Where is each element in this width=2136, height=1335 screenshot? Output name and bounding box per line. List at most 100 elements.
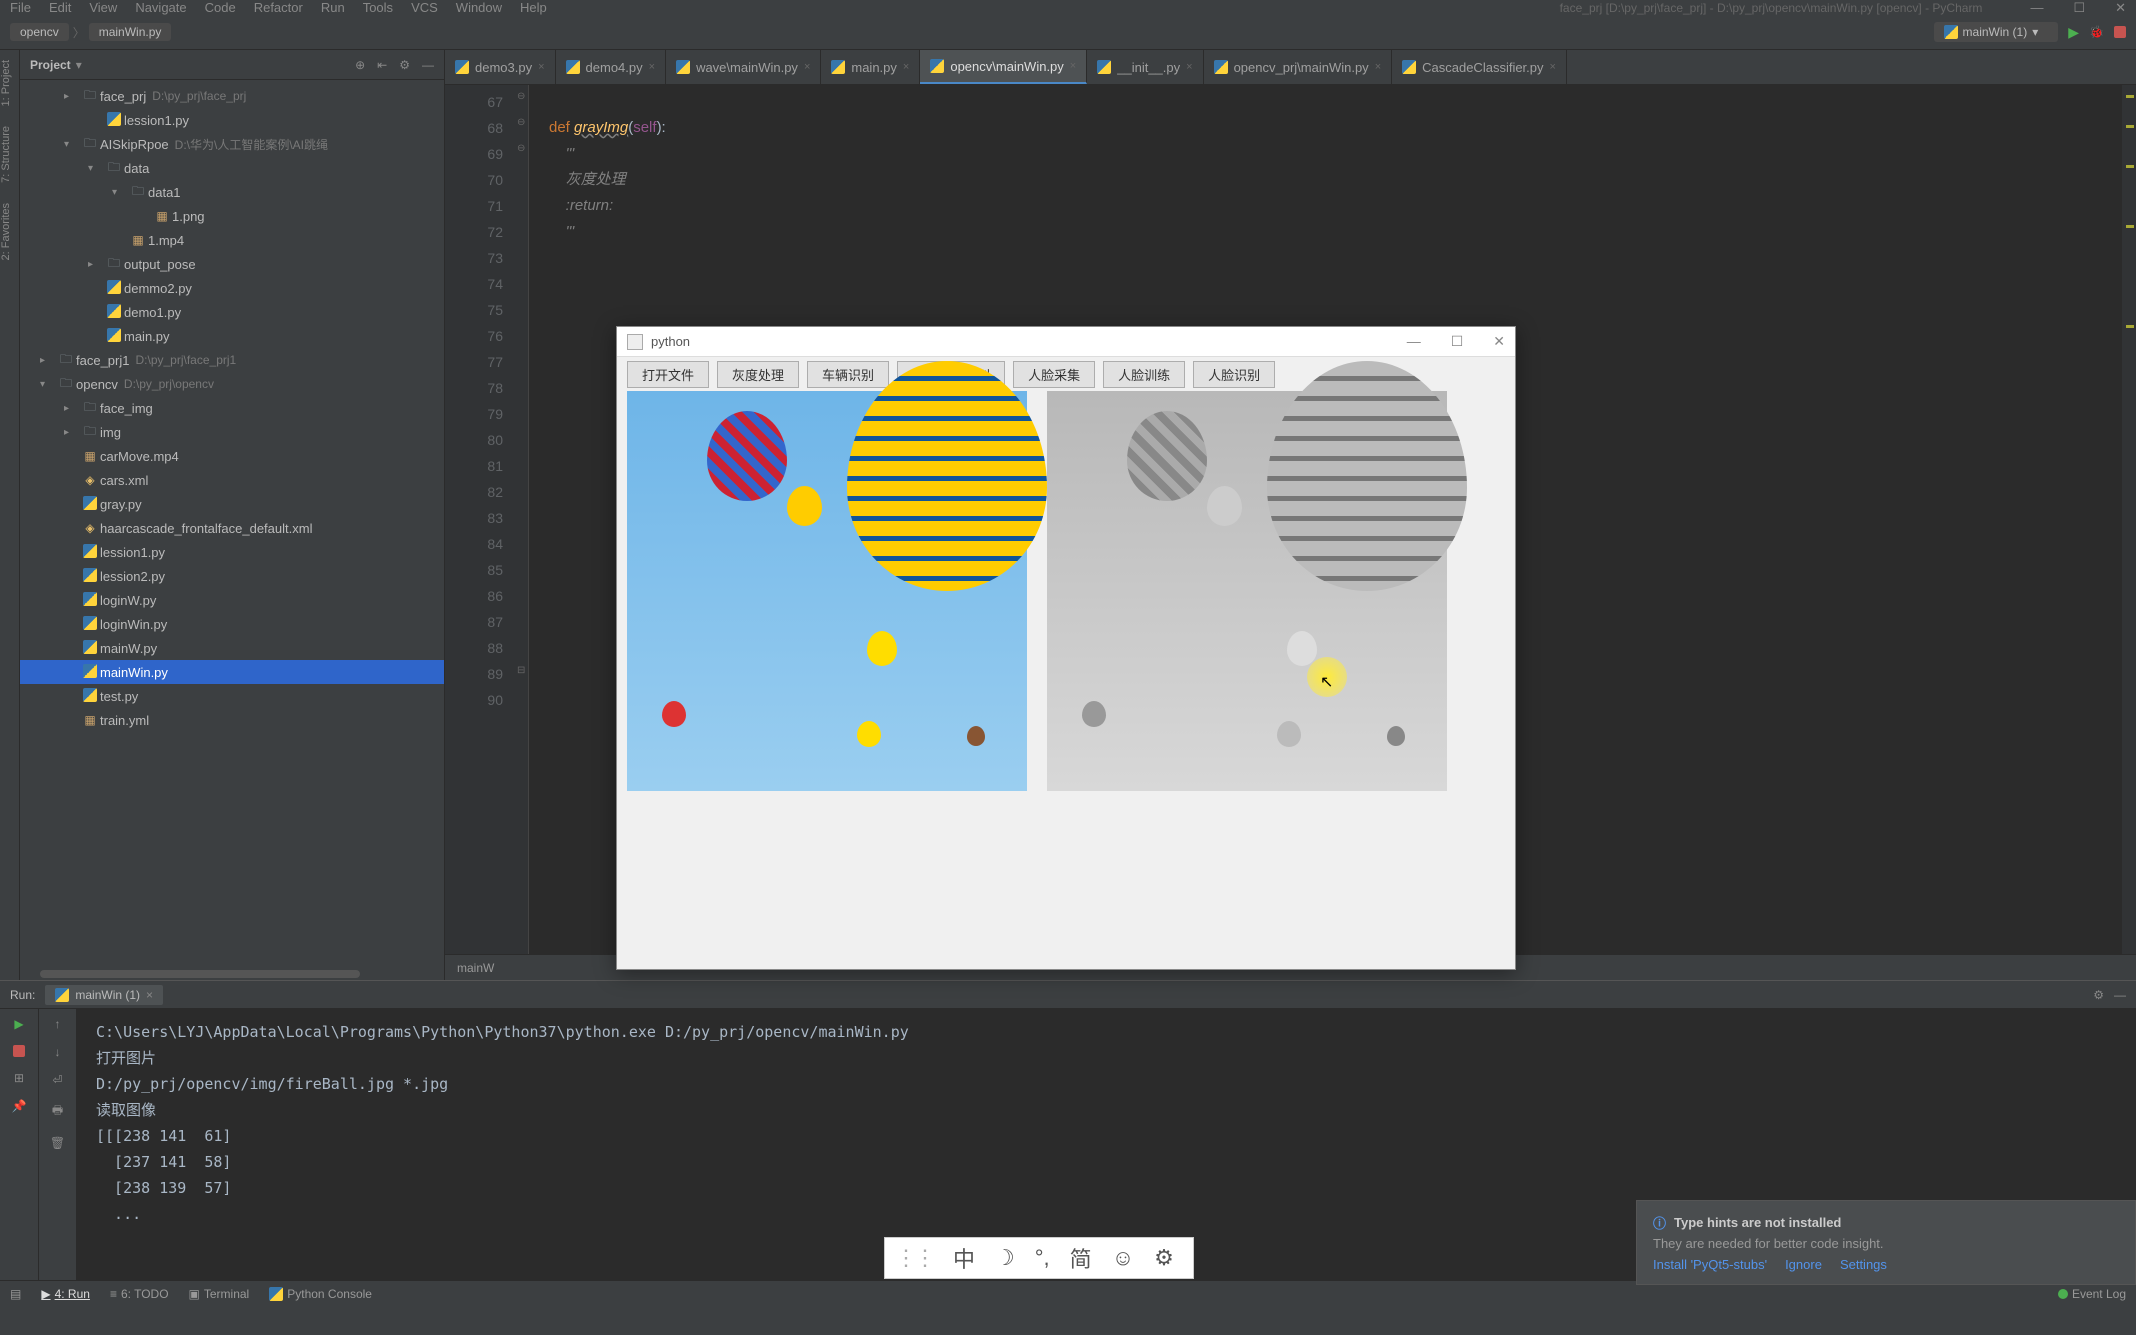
stop-button[interactable] [13, 1045, 25, 1057]
run-tool-tab[interactable]: ▶4: Run [41, 1287, 90, 1301]
close-icon[interactable]: × [903, 61, 909, 73]
menu-code[interactable]: Code [205, 0, 236, 15]
settings-link[interactable]: Settings [1840, 1257, 1887, 1272]
ime-emoji-button[interactable]: ☺ [1112, 1245, 1134, 1271]
tree-item[interactable]: loginW.py [20, 588, 444, 612]
tree-item[interactable]: ▾🗀AISkipRpoeD:\华为\人工智能案例\AI跳绳 [20, 132, 444, 156]
debug-button[interactable]: 🐞 [2089, 25, 2104, 39]
favorites-tool-tab[interactable]: 2: Favorites [0, 203, 19, 260]
editor-tab[interactable]: main.py× [821, 50, 920, 84]
fold-icon[interactable]: ⊖ [517, 91, 525, 102]
fold-icon[interactable]: ⊖ [517, 117, 525, 128]
fold-icon[interactable]: ⊟ [517, 665, 525, 676]
menu-refactor[interactable]: Refactor [254, 0, 303, 15]
run-config-selector[interactable]: mainWin (1) ▾ [1934, 22, 2059, 42]
trash-icon[interactable]: 🗑 [50, 1136, 65, 1150]
menu-tools[interactable]: Tools [363, 0, 393, 15]
ime-punct-button[interactable]: °, [1035, 1245, 1050, 1271]
collapse-icon[interactable]: ⇤ [377, 58, 387, 72]
run-tab[interactable]: mainWin (1) × [45, 985, 163, 1005]
open-file-button[interactable]: 打开文件 [627, 361, 709, 388]
structure-tool-tab[interactable]: 7: Structure [0, 126, 19, 183]
down-icon[interactable]: ↓ [55, 1045, 61, 1059]
tree-item[interactable]: ▸🗀face_img [20, 396, 444, 420]
tree-item[interactable]: ▾🗀data1 [20, 180, 444, 204]
warning-marker[interactable] [2126, 225, 2134, 228]
tree-item[interactable]: ▸🗀img [20, 420, 444, 444]
install-link[interactable]: Install 'PyQt5-stubs' [1653, 1257, 1767, 1272]
stop-button[interactable] [2114, 26, 2126, 38]
editor-tab[interactable]: demo3.py× [445, 50, 556, 84]
face-train-button[interactable]: 人脸训练 [1103, 361, 1185, 388]
editor-tab[interactable]: opencv\mainWin.py× [920, 50, 1087, 84]
menu-window[interactable]: Window [456, 0, 502, 15]
editor-tab[interactable]: wave\mainWin.py× [666, 50, 821, 84]
tree-item[interactable]: lession1.py [20, 108, 444, 132]
app-titlebar[interactable]: python — ☐ ✕ [617, 327, 1515, 357]
tree-item[interactable]: test.py [20, 684, 444, 708]
gear-icon[interactable]: ⚙ [399, 58, 410, 72]
terminal-tool-tab[interactable]: ▣Terminal [189, 1287, 250, 1301]
maximize-icon[interactable]: ☐ [2073, 0, 2085, 16]
vehicle-detect-button[interactable]: 车辆识别 [807, 361, 889, 388]
tree-item[interactable]: mainW.py [20, 636, 444, 660]
warning-marker[interactable] [2126, 125, 2134, 128]
todo-tool-tab[interactable]: ≡6: TODO [110, 1287, 169, 1301]
minimize-icon[interactable]: — [1407, 333, 1421, 350]
tree-item[interactable]: ▸🗀face_prj1D:\py_prj\face_prj1 [20, 348, 444, 372]
close-icon[interactable]: × [1070, 60, 1076, 72]
editor-tab[interactable]: CascadeClassifier.py× [1392, 50, 1567, 84]
tree-item[interactable]: mainWin.py [20, 660, 444, 684]
tree-item[interactable]: ▾🗀data [20, 156, 444, 180]
warning-marker[interactable] [2126, 325, 2134, 328]
face-recognize-button[interactable]: 人脸识别 [1193, 361, 1275, 388]
ime-mode-button[interactable]: ☽ [995, 1245, 1015, 1271]
error-stripe[interactable] [2122, 85, 2136, 954]
tree-item[interactable]: ◈haarcascade_frontalface_default.xml [20, 516, 444, 540]
menu-help[interactable]: Help [520, 0, 547, 15]
tree-item[interactable]: ▾🗀opencvD:\py_prj\opencv [20, 372, 444, 396]
print-icon[interactable]: 🖶 [52, 1101, 63, 1122]
face-collect-button[interactable]: 人脸采集 [1013, 361, 1095, 388]
close-icon[interactable]: × [1550, 61, 1556, 73]
editor-tab[interactable]: demo4.py× [556, 50, 667, 84]
gear-icon[interactable]: ⚙ [2093, 988, 2104, 1002]
ime-settings-button[interactable]: ⚙ [1154, 1245, 1174, 1271]
tree-item[interactable]: ▦train.yml [20, 708, 444, 732]
close-icon[interactable]: × [1186, 61, 1192, 73]
horizontal-scrollbar[interactable] [20, 968, 444, 980]
close-icon[interactable]: × [146, 988, 153, 1002]
python-console-tool-tab[interactable]: Python Console [269, 1287, 372, 1301]
tree-item[interactable]: demo1.py [20, 300, 444, 324]
editor-tab[interactable]: __init__.py× [1087, 50, 1203, 84]
close-icon[interactable]: × [538, 61, 544, 73]
tree-item[interactable]: ▦1.mp4 [20, 228, 444, 252]
breadcrumb-item[interactable]: opencv [10, 23, 69, 41]
grayscale-button[interactable]: 灰度处理 [717, 361, 799, 388]
close-icon[interactable]: ✕ [1493, 333, 1505, 350]
close-icon[interactable]: × [804, 61, 810, 73]
menu-navigate[interactable]: Navigate [135, 0, 186, 15]
tree-item[interactable]: gray.py [20, 492, 444, 516]
menu-run[interactable]: Run [321, 0, 345, 15]
tree-item[interactable]: ◈cars.xml [20, 468, 444, 492]
rerun-button[interactable]: ▶ [14, 1017, 23, 1031]
warning-marker[interactable] [2126, 95, 2134, 98]
tree-item[interactable]: lession1.py [20, 540, 444, 564]
close-icon[interactable]: ✕ [2115, 0, 2126, 16]
fold-icon[interactable]: ⊖ [517, 143, 525, 154]
up-icon[interactable]: ↑ [55, 1017, 61, 1031]
menu-vcs[interactable]: VCS [411, 0, 438, 15]
tool-window-icon[interactable]: ▤ [10, 1287, 21, 1301]
wrap-icon[interactable]: ⏎ [52, 1073, 62, 1087]
close-icon[interactable]: × [649, 61, 655, 73]
tree-item[interactable]: lession2.py [20, 564, 444, 588]
ime-simp-button[interactable]: 简 [1070, 1242, 1092, 1274]
menu-view[interactable]: View [89, 0, 117, 15]
tree-item[interactable]: main.py [20, 324, 444, 348]
hide-icon[interactable]: — [422, 58, 434, 72]
ime-toolbar[interactable]: ⋮⋮ 中 ☽ °, 简 ☺ ⚙ [884, 1237, 1194, 1279]
project-tree[interactable]: ▸🗀face_prjD:\py_prj\face_prjlession1.py▾… [20, 80, 444, 968]
tree-item[interactable]: demmo2.py [20, 276, 444, 300]
event-log-button[interactable]: Event Log [2058, 1287, 2126, 1301]
